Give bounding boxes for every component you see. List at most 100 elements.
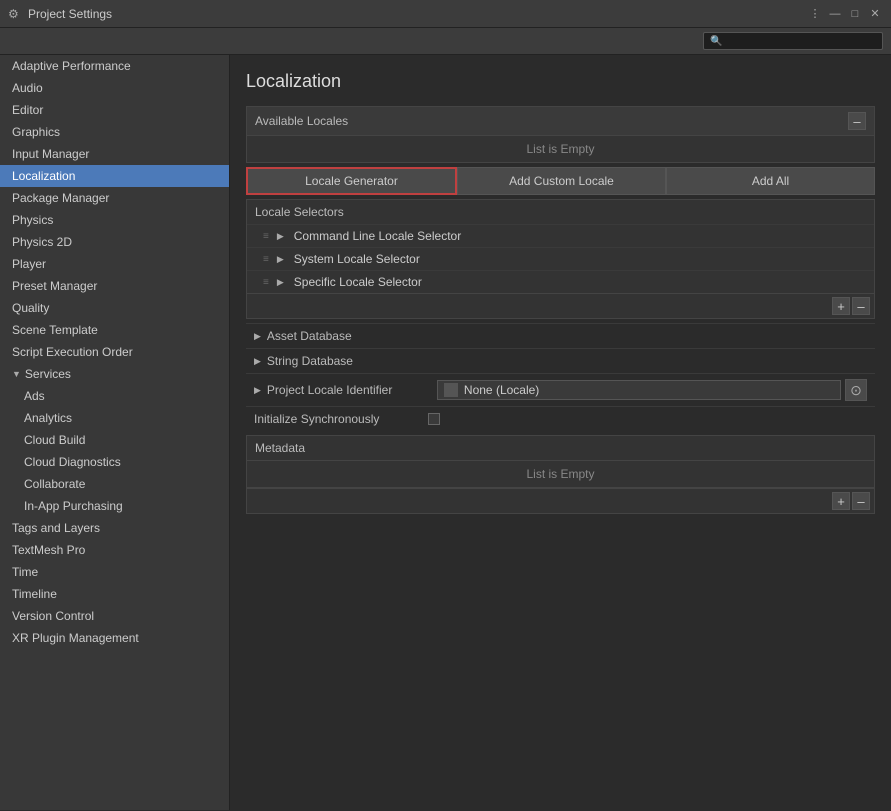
locale-selectors-controls: + –: [247, 293, 874, 318]
sidebar-item-player[interactable]: Player: [0, 253, 229, 275]
search-bar: 🔍: [0, 28, 891, 55]
sidebar-item-preset-manager[interactable]: Preset Manager: [0, 275, 229, 297]
sidebar-item-quality[interactable]: Quality: [0, 297, 229, 319]
locale-selectors-add-btn[interactable]: +: [832, 297, 850, 315]
window-title: Project Settings: [28, 7, 807, 21]
sidebar-item-graphics[interactable]: Graphics: [0, 121, 229, 143]
add-all-button[interactable]: Add All: [666, 167, 875, 195]
sidebar-item-localization[interactable]: Localization: [0, 165, 229, 187]
sidebar-label: TextMesh Pro: [12, 543, 85, 557]
metadata-remove-btn[interactable]: –: [852, 492, 870, 510]
sidebar-item-audio[interactable]: Audio: [0, 77, 229, 99]
sidebar-item-physics[interactable]: Physics: [0, 209, 229, 231]
sidebar-item-timeline[interactable]: Timeline: [0, 583, 229, 605]
sidebar-item-version-control[interactable]: Version Control: [0, 605, 229, 627]
sidebar-item-in-app-purchasing[interactable]: In-App Purchasing: [0, 495, 229, 517]
project-locale-row: ▶ Project Locale Identifier None (Locale…: [246, 373, 875, 406]
add-custom-locale-button[interactable]: Add Custom Locale: [457, 167, 666, 195]
sidebar-label: Physics: [12, 213, 53, 227]
project-locale-pick-button[interactable]: ⊙: [845, 379, 867, 401]
metadata-add-btn[interactable]: +: [832, 492, 850, 510]
sidebar-item-services[interactable]: ▼ Services: [0, 363, 229, 385]
asset-database-row[interactable]: ▶ Asset Database: [246, 323, 875, 348]
sidebar-label: Tags and Layers: [12, 521, 100, 535]
metadata-controls: + –: [246, 488, 875, 514]
sidebar-label: Time: [12, 565, 38, 579]
specific-locale-arrow: ▶: [277, 277, 284, 288]
sidebar-label: Script Execution Order: [12, 345, 133, 359]
sidebar-label: Cloud Diagnostics: [24, 455, 121, 469]
command-line-selector-label: Command Line Locale Selector: [294, 229, 461, 243]
sidebar-label: In-App Purchasing: [24, 499, 123, 513]
sidebar-label: Physics 2D: [12, 235, 72, 249]
project-locale-arrow-icon: ▶: [254, 385, 261, 396]
string-database-arrow-icon: ▶: [254, 356, 261, 367]
search-icon: 🔍: [710, 36, 722, 47]
search-input[interactable]: [726, 35, 876, 47]
specific-locale-selector-label: Specific Locale Selector: [294, 275, 422, 289]
sidebar-arrow-icon: ▼: [12, 369, 21, 379]
system-locale-selector-row: ≡ ▶ System Locale Selector: [247, 247, 874, 270]
asset-database-label: Asset Database: [267, 329, 352, 343]
sidebar-item-cloud-build[interactable]: Cloud Build: [0, 429, 229, 451]
available-locales-empty: List is Empty: [247, 136, 874, 162]
initialize-synchronously-row: Initialize Synchronously: [246, 406, 875, 431]
locale-icon: [444, 383, 458, 397]
sidebar-label: Services: [25, 367, 71, 381]
sidebar-label: Editor: [12, 103, 43, 117]
sidebar-item-xr-plugin-management[interactable]: XR Plugin Management: [0, 627, 229, 649]
sidebar-label: Input Manager: [12, 147, 89, 161]
available-locales-body: List is Empty: [247, 136, 874, 162]
metadata-empty: List is Empty: [246, 460, 875, 488]
specific-locale-selector-row: ≡ ▶ Specific Locale Selector: [247, 270, 874, 293]
maximize-button[interactable]: □: [847, 6, 863, 22]
sidebar-item-physics-2d[interactable]: Physics 2D: [0, 231, 229, 253]
page-title: Localization: [246, 71, 875, 92]
sidebar-item-input-manager[interactable]: Input Manager: [0, 143, 229, 165]
minimize-button[interactable]: —: [827, 6, 843, 22]
sidebar-label: Quality: [12, 301, 49, 315]
title-bar: ⚙ Project Settings ⋮ — □ ✕: [0, 0, 891, 28]
system-locale-handle: ≡: [263, 254, 269, 265]
sidebar-item-package-manager[interactable]: Package Manager: [0, 187, 229, 209]
available-locales-header: Available Locales –: [247, 107, 874, 136]
buttons-row: Locale Generator Add Custom Locale Add A…: [246, 167, 875, 195]
sidebar-item-collaborate[interactable]: Collaborate: [0, 473, 229, 495]
project-locale-label: Project Locale Identifier: [267, 383, 437, 397]
sidebar-item-editor[interactable]: Editor: [0, 99, 229, 121]
sidebar-label: Collaborate: [24, 477, 85, 491]
command-line-handle: ≡: [263, 231, 269, 242]
window-controls: ⋮ — □ ✕: [807, 6, 883, 22]
locale-selectors-remove-btn[interactable]: –: [852, 297, 870, 315]
command-line-arrow: ▶: [277, 231, 284, 242]
project-locale-value: None (Locale): [464, 383, 539, 397]
close-button[interactable]: ✕: [867, 6, 883, 22]
initialize-synchronously-checkbox[interactable]: [428, 413, 440, 425]
sidebar-item-cloud-diagnostics[interactable]: Cloud Diagnostics: [0, 451, 229, 473]
sidebar-item-time[interactable]: Time: [0, 561, 229, 583]
locale-selectors-label: Locale Selectors: [247, 200, 874, 224]
menu-button[interactable]: ⋮: [807, 6, 823, 22]
sidebar-item-textmesh-pro[interactable]: TextMesh Pro: [0, 539, 229, 561]
sidebar-item-scene-template[interactable]: Scene Template: [0, 319, 229, 341]
sidebar-label: Ads: [24, 389, 45, 403]
sidebar-item-script-execution-order[interactable]: Script Execution Order: [0, 341, 229, 363]
asset-database-arrow-icon: ▶: [254, 331, 261, 342]
sidebar-label: Timeline: [12, 587, 57, 601]
locale-generator-button[interactable]: Locale Generator: [246, 167, 457, 195]
initialize-synchronously-label: Initialize Synchronously: [254, 412, 424, 426]
sidebar-label: Version Control: [12, 609, 94, 623]
sidebar-item-ads[interactable]: Ads: [0, 385, 229, 407]
sidebar-label: Player: [12, 257, 46, 271]
string-database-row[interactable]: ▶ String Database: [246, 348, 875, 373]
sidebar-label: Graphics: [12, 125, 60, 139]
command-line-selector-row: ≡ ▶ Command Line Locale Selector: [247, 224, 874, 247]
content-area: Localization Available Locales – List is…: [230, 55, 891, 810]
string-database-label: String Database: [267, 354, 353, 368]
project-locale-value-field[interactable]: None (Locale): [437, 380, 841, 400]
sidebar-item-tags-and-layers[interactable]: Tags and Layers: [0, 517, 229, 539]
sidebar-item-adaptive-performance[interactable]: Adaptive Performance: [0, 55, 229, 77]
sidebar-item-analytics[interactable]: Analytics: [0, 407, 229, 429]
available-locales-minus-btn[interactable]: –: [848, 112, 866, 130]
sidebar-label: Adaptive Performance: [12, 59, 131, 73]
